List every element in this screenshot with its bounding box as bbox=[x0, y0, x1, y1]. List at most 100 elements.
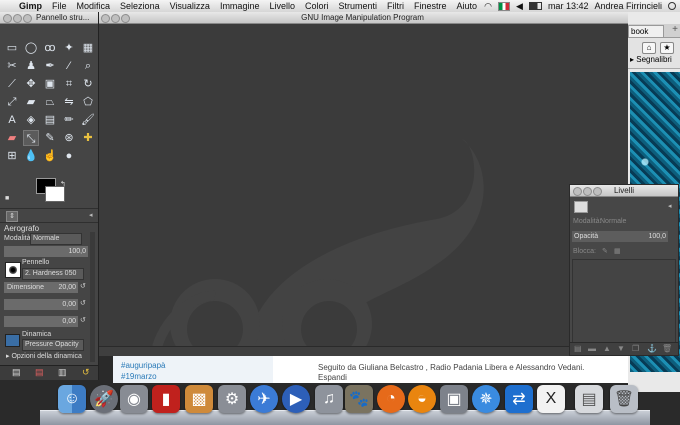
reset-options-icon[interactable]: ↺ bbox=[82, 367, 90, 378]
menu-immagine[interactable]: Immagine bbox=[215, 1, 265, 11]
shear-icon[interactable]: ▰ bbox=[23, 94, 39, 110]
menu-visualizza[interactable]: Visualizza bbox=[165, 1, 215, 11]
photo-booth-icon[interactable]: ▮ bbox=[152, 385, 180, 413]
minimize-button[interactable] bbox=[13, 14, 22, 23]
bookmarks-menu[interactable]: ▸ Segnalibri bbox=[630, 55, 672, 64]
save-options-icon[interactable]: ▤ bbox=[12, 367, 21, 378]
select-by-color-icon[interactable]: ▦ bbox=[80, 40, 96, 56]
gimp-icon[interactable]: 🐾 bbox=[345, 385, 373, 413]
battery-icon[interactable] bbox=[528, 2, 542, 10]
wifi-icon[interactable]: ◠ bbox=[484, 1, 492, 12]
dodge-burn-icon[interactable]: ● bbox=[61, 148, 77, 164]
home-icon[interactable]: ⌂ bbox=[642, 42, 656, 54]
menu-livello[interactable]: Livello bbox=[264, 1, 300, 11]
teamviewer-icon[interactable]: ⇄ bbox=[505, 385, 533, 413]
layer-opacity-slider[interactable]: Opacità 100,0 bbox=[572, 231, 668, 242]
reset-colors-icon[interactable]: ■ bbox=[5, 195, 9, 202]
dynamics-icon[interactable] bbox=[5, 334, 20, 347]
image-canvas[interactable] bbox=[97, 24, 628, 347]
blender-icon[interactable]: ◒ bbox=[408, 385, 436, 413]
flag-icon[interactable] bbox=[498, 1, 511, 11]
move-icon[interactable]: ✥ bbox=[23, 76, 39, 92]
delete-layer-icon[interactable]: 🗑 bbox=[662, 344, 672, 353]
align-icon[interactable]: ▣ bbox=[42, 76, 58, 92]
finder-icon[interactable]: ☺ bbox=[58, 385, 86, 413]
star-icon[interactable]: ★ bbox=[660, 42, 674, 54]
paintbrush-icon[interactable]: 🖌 bbox=[80, 112, 96, 128]
cage-transform-icon[interactable]: ⬠ bbox=[80, 94, 96, 110]
blur-sharpen-icon[interactable]: 💧 bbox=[23, 148, 39, 164]
aspect-ratio-slider[interactable]: 0,00 bbox=[4, 299, 78, 310]
dynamics-field[interactable]: Pressure Opacity bbox=[22, 339, 84, 351]
angle-slider[interactable]: 0,00 bbox=[4, 316, 78, 327]
swap-colors-icon[interactable]: ↰ bbox=[60, 180, 66, 188]
eraser-icon[interactable]: ▰ bbox=[4, 130, 20, 146]
close-button[interactable] bbox=[3, 14, 12, 23]
x11-icon[interactable]: X bbox=[537, 385, 565, 413]
perspective-clone-icon[interactable]: ⊞ bbox=[4, 148, 20, 164]
reset-angle-icon[interactable]: ↺ bbox=[80, 316, 86, 324]
layers-tab-icon[interactable] bbox=[574, 201, 588, 213]
fuzzy-select-icon[interactable]: ✦ bbox=[61, 40, 77, 56]
menu-seleziona[interactable]: Seleziona bbox=[115, 1, 165, 11]
measure-icon[interactable]: ⟋ bbox=[4, 76, 20, 92]
menu-colori[interactable]: Colori bbox=[300, 1, 334, 11]
smudge-icon[interactable]: ☝ bbox=[42, 148, 58, 164]
zoom-button[interactable] bbox=[23, 14, 32, 23]
spotlight-icon[interactable] bbox=[668, 2, 676, 10]
expand-link[interactable]: Espandi bbox=[318, 373, 347, 382]
zoom-button[interactable] bbox=[121, 14, 130, 23]
hashtag-link[interactable]: #19marzo bbox=[121, 372, 157, 381]
lock-alpha-icon[interactable]: ▦ bbox=[614, 247, 621, 255]
heal-icon[interactable]: ✚ bbox=[80, 130, 96, 146]
itunes-icon[interactable]: ♫ bbox=[315, 385, 343, 413]
new-tab-button[interactable]: + bbox=[672, 24, 678, 35]
menu-strumenti[interactable]: Strumenti bbox=[333, 1, 382, 11]
bucket-fill-icon[interactable]: ◈ bbox=[23, 112, 39, 128]
pencil-icon[interactable]: ✏ bbox=[61, 112, 77, 128]
anchor-layer-icon[interactable]: ⚓ bbox=[647, 344, 657, 353]
crop-icon[interactable]: ⌗ bbox=[61, 76, 77, 92]
clone-icon[interactable]: ⊛ bbox=[61, 130, 77, 146]
layers-list[interactable] bbox=[572, 259, 676, 343]
color-picker-icon[interactable]: ⁄ bbox=[61, 58, 77, 74]
flip-icon[interactable]: ⇋ bbox=[61, 94, 77, 110]
raise-layer-icon[interactable]: ▲ bbox=[603, 344, 611, 353]
reset-size-icon[interactable]: ↺ bbox=[80, 282, 86, 290]
scissors-icon[interactable]: ✂ bbox=[4, 58, 20, 74]
duplicate-layer-icon[interactable]: ❐ bbox=[632, 344, 639, 353]
zoom-icon[interactable]: ⌕ bbox=[80, 58, 96, 74]
menu-file[interactable]: File bbox=[47, 1, 72, 11]
firefox-icon[interactable]: ◔ bbox=[377, 385, 405, 413]
airbrush-icon[interactable]: ⤡ bbox=[23, 130, 39, 146]
hashtag-link[interactable]: #auguripapà bbox=[121, 361, 165, 370]
lasso-icon[interactable]: ꝏ bbox=[42, 40, 58, 56]
volume-icon[interactable]: ◀ bbox=[516, 1, 523, 12]
rotate-icon[interactable]: ↻ bbox=[80, 76, 96, 92]
minimize-button[interactable] bbox=[111, 14, 120, 23]
browser-tab[interactable]: book bbox=[628, 25, 664, 37]
clock[interactable]: mar 13:42 bbox=[548, 1, 589, 11]
options-scrollbar[interactable] bbox=[90, 232, 95, 362]
paths-icon[interactable]: ✒ bbox=[42, 58, 58, 74]
trash-icon[interactable]: 🗑 bbox=[610, 385, 638, 413]
close-button[interactable] bbox=[101, 14, 110, 23]
new-layer-icon[interactable]: ▤ bbox=[574, 344, 582, 353]
documents-stack-icon[interactable]: ▤ bbox=[575, 385, 603, 413]
menu-modifica[interactable]: Modifica bbox=[72, 1, 116, 11]
size-slider[interactable]: Dimensione 20,00 bbox=[4, 282, 78, 293]
text-icon[interactable]: A bbox=[4, 112, 20, 128]
system-preferences-icon[interactable]: ⚙ bbox=[218, 385, 246, 413]
lock-pixels-icon[interactable]: ✎ bbox=[602, 247, 608, 255]
reset-aspect-icon[interactable]: ↺ bbox=[80, 299, 86, 307]
minimize-button[interactable] bbox=[583, 187, 592, 196]
panel-menu-icon[interactable]: ◂ bbox=[668, 202, 672, 210]
brush-name-field[interactable]: 2. Hardness 050 bbox=[22, 268, 84, 280]
layer-mode-value[interactable]: Normale bbox=[600, 218, 626, 225]
menu-app[interactable]: Gimp bbox=[14, 1, 47, 11]
panel-menu-icon[interactable]: ◂ bbox=[89, 211, 93, 219]
lower-layer-icon[interactable]: ▼ bbox=[617, 344, 625, 353]
gradient-icon[interactable]: ▤ bbox=[42, 112, 58, 128]
preview-icon[interactable]: ✈ bbox=[250, 385, 278, 413]
tool-options-tab-icon[interactable]: ⇕ bbox=[6, 211, 18, 222]
